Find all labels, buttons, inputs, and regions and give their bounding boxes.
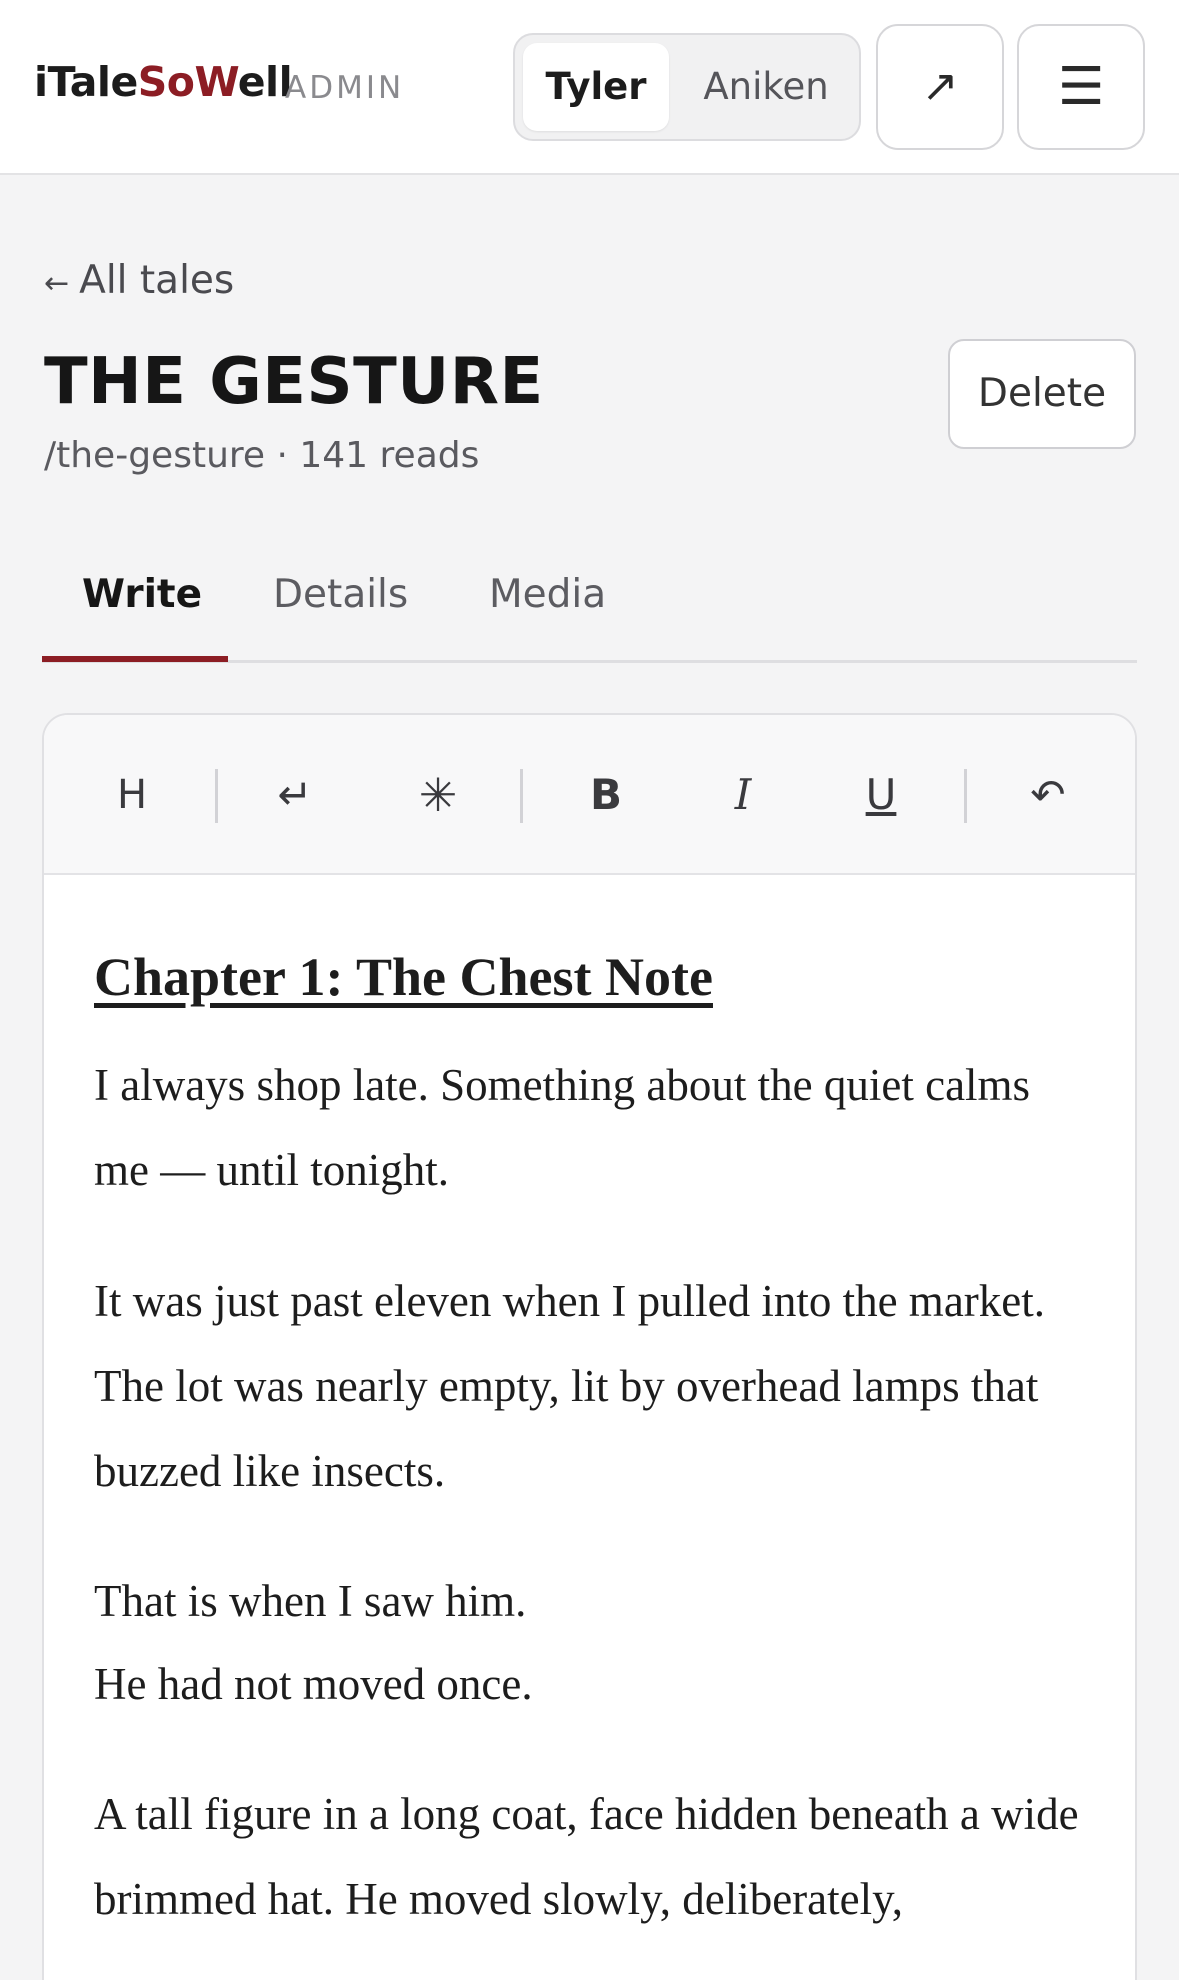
italic-button[interactable]: I (703, 755, 783, 835)
brand-part: ell (237, 58, 293, 106)
tale-meta: /the-gesture · 141 reads (44, 435, 480, 476)
editor-toolbar: H ↵ ✳ B I U ↶ (44, 715, 1135, 875)
toolbar-divider (520, 769, 523, 823)
tab-media[interactable]: Media (489, 572, 606, 663)
line-break-button[interactable]: ↵ (255, 755, 335, 835)
brand-part: i (34, 58, 48, 106)
external-link-icon: ↗ (921, 61, 959, 112)
open-external-button[interactable]: ↗ (876, 24, 1004, 150)
user-option-aniken[interactable]: Aniken (683, 43, 849, 131)
arrow-left-icon: ← (44, 266, 70, 301)
admin-badge: ADMIN (285, 70, 405, 106)
bold-button[interactable]: B (566, 755, 646, 835)
active-tab-indicator (42, 656, 228, 662)
brand-part-accent: So (137, 58, 195, 106)
back-to-all-tales-link[interactable]: ← All tales (44, 258, 234, 303)
editor-content[interactable]: Chapter 1: The Chest Note I always shop … (94, 945, 1094, 1980)
paragraph[interactable]: I always shop late. Something about the … (94, 1043, 1094, 1213)
paragraph[interactable]: It was just past eleven when I pulled in… (94, 1259, 1094, 1514)
tab-details[interactable]: Details (273, 572, 408, 663)
back-link-label: All tales (79, 258, 235, 303)
editor-card: H ↵ ✳ B I U ↶ Chapter 1: The Chest Note … (42, 713, 1137, 1980)
underline-button[interactable]: U (841, 755, 921, 835)
chapter-heading[interactable]: Chapter 1: The Chest Note (94, 945, 1094, 1009)
heading-button[interactable]: H (92, 755, 172, 835)
delete-button[interactable]: Delete (948, 339, 1136, 449)
hamburger-menu-icon: ☰ (1057, 57, 1105, 117)
page-title: THE GESTURE (44, 345, 544, 419)
undo-button[interactable]: ↶ (1008, 755, 1088, 835)
paragraph[interactable]: That is when I saw him. He had not moved… (94, 1560, 1094, 1726)
toolbar-divider (215, 769, 218, 823)
brand-part-accent: W (194, 58, 238, 106)
scene-separator-button[interactable]: ✳ (398, 755, 478, 835)
menu-button[interactable]: ☰ (1017, 24, 1145, 150)
tab-bar: Write Details Media (42, 560, 1137, 663)
toolbar-divider (964, 769, 967, 823)
tab-write[interactable]: Write (82, 572, 202, 663)
paragraph[interactable]: A tall figure in a long coat, face hidde… (94, 1772, 1094, 1942)
user-option-tyler[interactable]: Tyler (523, 43, 669, 131)
brand-logo[interactable]: iTaleSoWell (34, 58, 293, 106)
brand-part: Tale (47, 58, 139, 106)
top-bar: iTaleSoWell ADMIN Tyler Aniken ↗ ☰ (0, 0, 1179, 175)
user-switcher: Tyler Aniken (513, 33, 861, 141)
